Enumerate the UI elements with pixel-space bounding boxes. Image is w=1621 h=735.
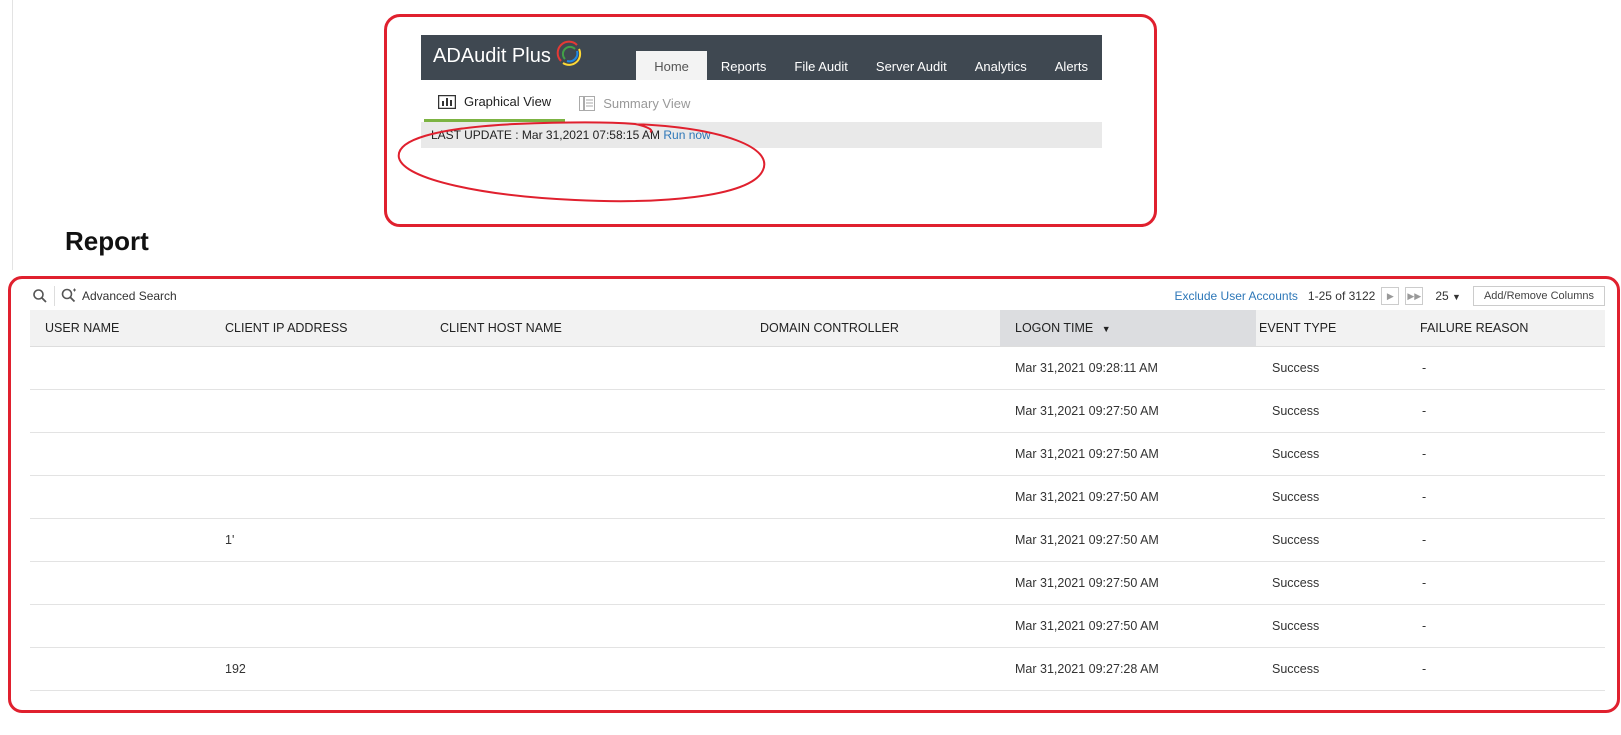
fast-forward-icon: ▶▶ <box>1407 290 1422 301</box>
view-tabs: Graphical View Summary View <box>424 84 704 122</box>
report-table: USER NAME CLIENT IP ADDRESS CLIENT HOST … <box>30 310 1605 691</box>
logo-swirl-icon <box>556 40 582 66</box>
table-row[interactable]: 1' Mar 31,2021 09:27:50 AM Success - <box>30 519 1605 562</box>
table-header: USER NAME CLIENT IP ADDRESS CLIENT HOST … <box>30 310 1605 347</box>
toolbar-separator <box>54 286 55 306</box>
cell-failure-reason: - <box>1422 490 1427 504</box>
cell-logon-time: Mar 31,2021 09:28:11 AM <box>1015 361 1158 375</box>
run-now-link[interactable]: Run now <box>663 128 710 142</box>
sort-desc-icon: ▼ <box>1101 324 1111 334</box>
advanced-search-link[interactable]: Advanced Search <box>82 289 177 303</box>
cell-logon-time: Mar 31,2021 09:27:50 AM <box>1015 619 1159 633</box>
report-heading: Report <box>65 226 149 256</box>
pagination-range: 1-25 of 3122 <box>1307 289 1376 303</box>
last-update-text: LAST UPDATE : Mar 31,2021 07:58:15 AM <box>431 128 661 142</box>
cell-logon-time: Mar 31,2021 09:27:50 AM <box>1015 404 1159 418</box>
last-page-button[interactable]: ▶▶ <box>1405 287 1424 305</box>
last-update-bar: LAST UPDATE : Mar 31,2021 07:58:15 AM Ru… <box>421 122 1102 148</box>
cell-event-type: Success <box>1272 447 1320 461</box>
cell-logon-time: Mar 31,2021 09:27:50 AM <box>1015 576 1159 590</box>
advanced-search-icon <box>61 288 76 303</box>
column-header-user-name[interactable]: USER NAME <box>45 310 119 346</box>
summary-view-label: Summary View <box>603 95 691 111</box>
table-row[interactable]: Mar 31,2021 09:27:50 AM Success - <box>30 562 1605 605</box>
cell-failure-reason: - <box>1422 361 1427 375</box>
quick-search-icon[interactable] <box>32 288 48 304</box>
logo-text: ADAudit Plus <box>433 45 551 67</box>
table-row[interactable]: Mar 31,2021 09:27:50 AM Success - <box>30 390 1605 433</box>
column-header-client-host[interactable]: CLIENT HOST NAME <box>440 310 562 346</box>
cell-event-type: Success <box>1272 361 1320 375</box>
play-icon: ▶ <box>1386 290 1394 301</box>
summary-view-tab[interactable]: Summary View <box>565 84 704 122</box>
cell-logon-time: Mar 31,2021 09:27:50 AM <box>1015 533 1159 547</box>
tab-analytics[interactable]: Analytics <box>961 51 1041 80</box>
cell-failure-reason: - <box>1422 533 1427 547</box>
cell-logon-time: Mar 31,2021 09:27:28 AM <box>1015 662 1159 676</box>
column-header-logon-time[interactable]: LOGON TIME ▼ <box>1000 310 1256 346</box>
cell-event-type: Success <box>1272 619 1320 633</box>
table-row[interactable]: Mar 31,2021 09:27:50 AM Success - <box>30 605 1605 648</box>
table-row[interactable]: Mar 31,2021 09:27:50 AM Success - <box>30 476 1605 519</box>
cell-event-type: Success <box>1272 662 1320 676</box>
cell-logon-time: Mar 31,2021 09:27:50 AM <box>1015 447 1159 461</box>
caret-down-icon: ▼ <box>1452 292 1461 302</box>
page-size-select[interactable]: 25 ▼ <box>1429 289 1467 303</box>
cell-failure-reason: - <box>1422 447 1427 461</box>
cell-failure-reason: - <box>1422 404 1427 418</box>
exclude-user-accounts-link[interactable]: Exclude User Accounts <box>1175 289 1298 303</box>
toolbar-left: Advanced Search <box>32 282 177 310</box>
app-logo[interactable]: ADAudit Plus <box>433 40 582 68</box>
table-row[interactable]: 192 Mar 31,2021 09:27:28 AM Success - <box>30 648 1605 691</box>
column-header-event-type[interactable]: EVENT TYPE <box>1259 310 1336 346</box>
graphical-view-label: Graphical View <box>464 94 552 109</box>
cell-failure-reason: - <box>1422 619 1427 633</box>
column-header-client-ip[interactable]: CLIENT IP ADDRESS <box>225 310 348 346</box>
cell-event-type: Success <box>1272 404 1320 418</box>
column-header-domain-controller[interactable]: DOMAIN CONTROLLER <box>760 310 899 346</box>
tab-server-audit[interactable]: Server Audit <box>862 51 961 80</box>
cell-logon-time: Mar 31,2021 09:27:50 AM <box>1015 490 1159 504</box>
main-nav: Home Reports File Audit Server Audit Ana… <box>636 51 1102 80</box>
column-header-failure-reason[interactable]: FAILURE REASON <box>1420 310 1528 346</box>
cell-event-type: Success <box>1272 576 1320 590</box>
tab-alerts[interactable]: Alerts <box>1041 51 1102 80</box>
cell-failure-reason: - <box>1422 576 1427 590</box>
cell-client-ip: 192 <box>225 662 246 676</box>
tab-reports[interactable]: Reports <box>707 51 781 80</box>
page-size-value: 25 <box>1435 289 1449 303</box>
report-toolbar: Advanced Search Exclude User Accounts 1-… <box>30 282 1605 310</box>
cell-event-type: Success <box>1272 490 1320 504</box>
toolbar-right: Exclude User Accounts 1-25 of 3122 ▶ ▶▶ … <box>1175 282 1605 310</box>
app-header: ADAudit Plus Home Reports File Audit Ser… <box>421 35 1102 80</box>
cell-failure-reason: - <box>1422 662 1427 676</box>
table-row[interactable]: Mar 31,2021 09:27:50 AM Success - <box>30 433 1605 476</box>
logon-time-label: LOGON TIME <box>1015 321 1094 335</box>
document-list-icon <box>579 95 596 111</box>
cell-client-ip: 1' <box>225 533 235 547</box>
tab-home[interactable]: Home <box>636 51 707 80</box>
next-page-button[interactable]: ▶ <box>1381 287 1400 305</box>
table-row[interactable]: Mar 31,2021 09:28:11 AM Success - <box>30 347 1605 390</box>
page-divider <box>12 0 13 270</box>
cell-event-type: Success <box>1272 533 1320 547</box>
add-remove-columns-button[interactable]: Add/Remove Columns <box>1472 286 1605 306</box>
bar-chart-icon <box>438 94 456 109</box>
tab-file-audit[interactable]: File Audit <box>780 51 861 80</box>
graphical-view-tab[interactable]: Graphical View <box>424 84 566 122</box>
